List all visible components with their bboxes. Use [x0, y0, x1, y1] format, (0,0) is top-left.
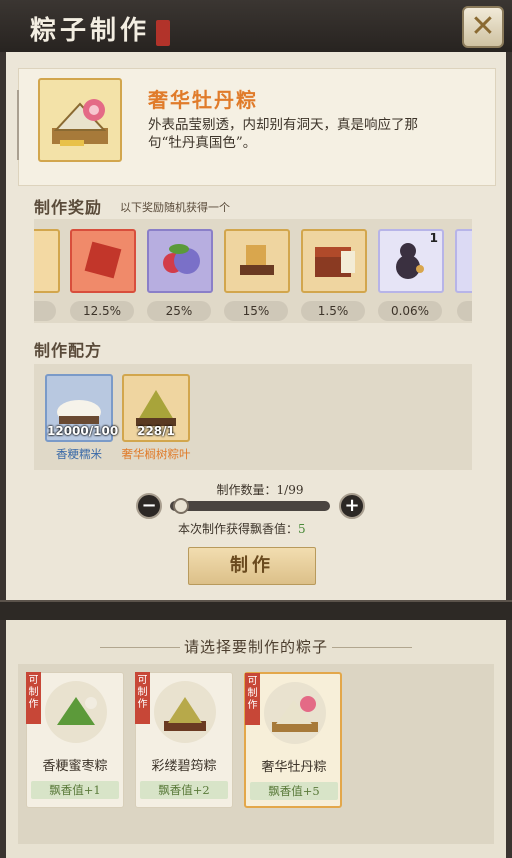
zongzi-card-selected[interactable]: 可制作 奢华牡丹粽 飘香值+5: [244, 672, 342, 808]
recipe-title: 制作配方: [34, 341, 103, 360]
decrease-button[interactable]: −: [136, 493, 162, 519]
zongzi-name: 奢华牡丹粽: [261, 760, 327, 775]
close-icon[interactable]: ✕: [464, 8, 502, 46]
rice-icon[interactable]: 12000/100: [45, 374, 119, 442]
scroll-indicator: [17, 90, 19, 160]
earn-label-text: 本次制作获得飘香值：: [178, 522, 299, 536]
craftable-badge: 可制作: [245, 673, 260, 725]
earn-value: 5: [298, 522, 306, 536]
recipe-materials: 12000/100 香粳糯米 228/1 奢华榈树粽叶: [34, 364, 472, 470]
quantity-label: 制作数量：1/99: [216, 483, 304, 497]
reward-slot-partial-right[interactable]: [455, 229, 472, 293]
zongzi-card[interactable]: 可制作 彩缕碧筠粽 飘香值+2: [135, 672, 233, 808]
close-button[interactable]: ✕: [462, 6, 504, 48]
reward-pct-5: 0.06%: [378, 301, 442, 321]
minus-icon[interactable]: −: [138, 495, 160, 517]
reward-pct-1: 12.5%: [70, 301, 134, 321]
selector-title: 请选择要制作的粽子: [183, 638, 328, 656]
reward-count: 1: [429, 231, 438, 245]
page-title: 粽子制作: [30, 16, 151, 46]
seal-icon: [156, 20, 170, 46]
zongzi-card[interactable]: 可制作 香粳蜜枣粽 飘香值+1: [26, 672, 124, 808]
purple-fruit-icon[interactable]: [147, 229, 213, 293]
reward-slot-partial[interactable]: [34, 229, 60, 293]
treasure-chest-icon[interactable]: [301, 229, 367, 293]
rewards-list[interactable]: 12.5% 25% 15% 1.5% 1 0.06%: [34, 219, 472, 323]
peony-zongzi-icon: [264, 682, 326, 744]
fragrance-value: 飘香值+5: [250, 782, 338, 800]
reward-pct-4: 1.5%: [301, 301, 365, 321]
puzzle-ornament-icon[interactable]: [224, 229, 290, 293]
zongzi-card-list: 可制作 香粳蜜枣粽 飘香值+1 可制作 彩缕碧筠粽 飘香值+2 可制作 奢华牡丹…: [18, 664, 494, 844]
palm-leaf-icon[interactable]: 228/1: [122, 374, 190, 442]
plus-icon[interactable]: +: [341, 495, 363, 517]
jujube-zongzi-icon: [45, 681, 107, 743]
fragrance-value: 飘香值+2: [140, 781, 228, 799]
reward-pct-2: 25%: [147, 301, 211, 321]
quantity-slider[interactable]: [170, 501, 330, 511]
divider-bar: [0, 600, 512, 620]
gold-gourd-icon[interactable]: 1: [378, 229, 444, 293]
material-count: 228/1: [137, 424, 175, 438]
increase-button[interactable]: +: [339, 493, 365, 519]
make-button[interactable]: 制作: [188, 547, 316, 585]
reward-pct-partial-right: [457, 301, 472, 321]
zongzi-name: 香粳蜜枣粽: [42, 759, 108, 774]
peony-zongzi-icon: [38, 78, 122, 162]
make-button-label[interactable]: 制作: [189, 548, 315, 584]
craftable-badge: 可制作: [135, 672, 150, 724]
item-description: 外表品莹剔透，内却别有洞天，真是响应了那句“牡丹真国色”。: [148, 117, 418, 151]
rewards-subtitle: 以下奖励随机获得一个: [120, 201, 230, 214]
item-name: 奢华牡丹粽: [148, 88, 258, 112]
material-name: 奢华榈树粽叶: [121, 447, 191, 461]
craftable-badge: 可制作: [26, 672, 41, 724]
reward-pct-partial: [34, 301, 56, 321]
bamboo-zongzi-icon: [154, 681, 216, 743]
zongzi-name: 彩缕碧筠粽: [151, 759, 217, 774]
earn-fragrance-label: 本次制作获得飘香值：5: [178, 520, 338, 537]
red-gift-box-icon[interactable]: [70, 229, 136, 293]
reward-pct-3: 15%: [224, 301, 288, 321]
fragrance-value: 飘香值+1: [31, 781, 119, 799]
rewards-title: 制作奖励: [34, 198, 103, 217]
material-count: 12000/100: [47, 424, 119, 438]
